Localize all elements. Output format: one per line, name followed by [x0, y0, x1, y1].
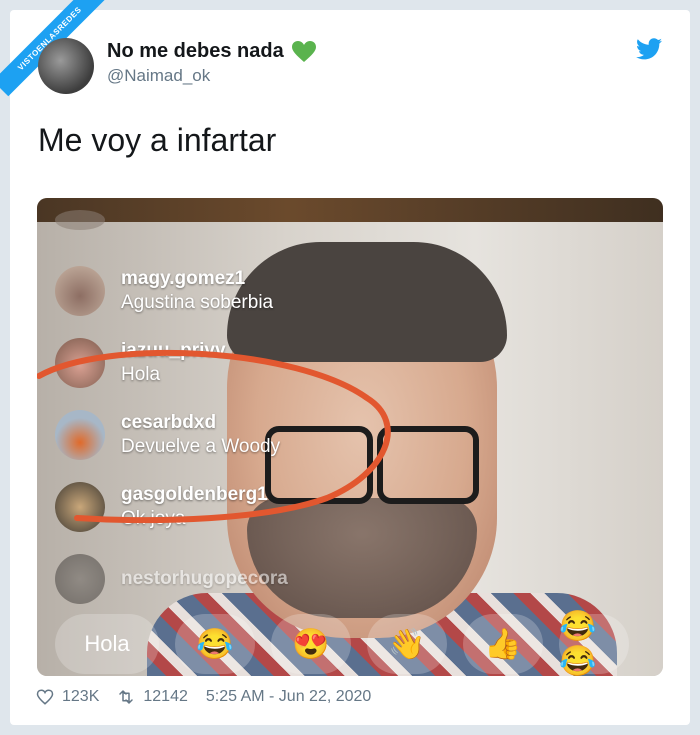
- like-count: 123K: [62, 688, 100, 705]
- quick-reply-hola[interactable]: Hola: [55, 614, 159, 674]
- highlight-circle-annotation: [37, 349, 391, 524]
- retweet-count: 12142: [143, 688, 188, 705]
- author-name-row[interactable]: No me debes nada: [107, 40, 316, 63]
- green-heart-icon: [291, 40, 316, 62]
- heart-outline-icon[interactable]: [36, 688, 54, 706]
- tweet-media[interactable]: magy.gomez1 Agustina soberbia iazuu_priv…: [37, 198, 663, 676]
- quick-reply-heart-eyes[interactable]: 😍: [271, 614, 351, 674]
- quick-reply-double-laugh[interactable]: 😂😂: [559, 610, 629, 676]
- quick-reply-bar: Hola 😂 😍 👋 👍 😂😂: [55, 610, 629, 676]
- retweet-icon[interactable]: [117, 688, 135, 706]
- author-handle[interactable]: @Naimad_ok: [107, 66, 210, 86]
- tweet-stats: 123K 12142 5:25 AM - Jun 22, 2020: [36, 688, 371, 706]
- quick-reply-laugh[interactable]: 😂: [175, 614, 255, 674]
- tweet-text: Me voy a infartar: [38, 122, 277, 158]
- tweet-timestamp[interactable]: 5:25 AM - Jun 22, 2020: [206, 688, 371, 706]
- quick-reply-thumbs-up[interactable]: 👍: [463, 614, 543, 674]
- twitter-bird-icon[interactable]: [636, 38, 662, 60]
- quick-reply-wave[interactable]: 👋: [367, 614, 447, 674]
- author-name[interactable]: No me debes nada: [107, 40, 284, 63]
- author-avatar[interactable]: [38, 38, 94, 94]
